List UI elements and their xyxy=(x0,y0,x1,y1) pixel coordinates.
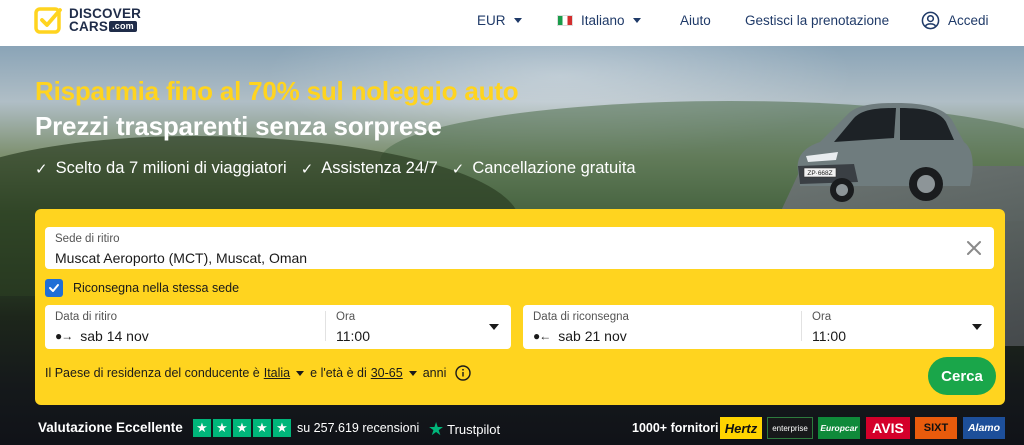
trustpilot-logo[interactable]: ★ Trustpilot xyxy=(428,419,500,440)
login-button[interactable]: Accedi xyxy=(921,11,989,30)
chevron-down-icon xyxy=(408,370,417,376)
supplier-logo-europcar: Europcar xyxy=(818,417,860,439)
trustpilot-label: Trustpilot xyxy=(447,422,501,437)
hero-headline: Risparmia fino al 70% sul noleggio auto xyxy=(35,76,519,106)
logo-wordmark: DISCOVER CARS .com xyxy=(69,7,141,34)
return-time-value: 11:00 xyxy=(812,328,846,344)
pickup-time-select[interactable]: Ora 11:00 xyxy=(326,305,511,349)
trustpilot-star-icon: ★ xyxy=(428,419,445,439)
age-text: e l'età è di xyxy=(310,366,367,380)
pickup-datetime-group: Data di ritiro ●→ sab 14 nov Ora 11:00 xyxy=(45,305,511,349)
logo-check-icon xyxy=(34,7,62,34)
currency-label: EUR xyxy=(477,13,506,28)
age-range-select[interactable]: 30-65 xyxy=(371,366,403,380)
return-date-label: Data di riconsegna xyxy=(533,311,629,323)
check-icon: ✓ xyxy=(300,160,314,178)
hero-banner: ZP·668Z Risparmia fino al 70% sul nolegg… xyxy=(0,46,1024,445)
search-panel: Sede di ritiro Muscat Aeroporto (MCT), M… xyxy=(35,209,1005,405)
feature-item: ✓ Scelto da 7 milioni di viaggiatori xyxy=(35,159,287,178)
pickup-time-label: Ora xyxy=(336,311,356,323)
return-time-select[interactable]: Ora 11:00 xyxy=(802,305,994,349)
star-icon: ★ xyxy=(233,419,251,437)
pickup-location-value: Muscat Aeroporto (MCT), Muscat, Oman xyxy=(55,250,308,266)
hero-car-image: ZP·668Z xyxy=(797,103,973,202)
logo-com-badge: .com xyxy=(109,21,137,32)
return-time-label: Ora xyxy=(812,311,832,323)
supplier-logo-alamo: Alamo xyxy=(963,417,1005,439)
top-header: DISCOVER CARS .com EUR Italiano Aiuto Ges… xyxy=(0,0,1024,46)
return-date-value: sab 21 nov xyxy=(558,328,627,344)
currency-selector[interactable]: EUR xyxy=(477,13,522,28)
star-icon: ★ xyxy=(193,419,211,437)
pickup-date-display: ●→ sab 14 nov xyxy=(55,328,149,344)
reviews-count: su 257.619 recensioni xyxy=(297,421,420,435)
italy-flag-icon xyxy=(557,15,573,26)
return-datetime-group: Data di riconsegna ●← sab 21 nov Ora 11:… xyxy=(523,305,994,349)
feature-label: Cancellazione gratuita xyxy=(472,159,636,177)
feature-item: ✓ Assistenza 24/7 xyxy=(301,159,438,178)
chevron-down-icon xyxy=(972,324,982,330)
language-label: Italiano xyxy=(581,13,625,28)
language-selector[interactable]: Italiano xyxy=(557,13,641,28)
feature-label: Assistenza 24/7 xyxy=(321,159,438,177)
supplier-logo-avis: AVIS xyxy=(866,417,910,439)
checkbox-checked-icon[interactable] xyxy=(45,279,63,297)
supplier-logo-sixt: SIXT xyxy=(915,417,957,439)
discovercars-logo[interactable]: DISCOVER CARS .com xyxy=(34,6,141,34)
pickup-date-input[interactable]: Data di ritiro ●→ sab 14 nov xyxy=(45,305,325,349)
feature-item: ✓ Cancellazione gratuita xyxy=(452,159,636,178)
pickup-date-label: Data di ritiro xyxy=(55,311,117,323)
pickup-location-label: Sede di ritiro xyxy=(55,233,120,245)
pickup-arrow-icon: ●→ xyxy=(55,329,73,343)
trust-bar: Valutazione Eccellente ★ ★ ★ ★ ★ su 257.… xyxy=(0,410,1024,445)
hero-subheadline: Prezzi trasparenti senza sorprese xyxy=(35,111,442,141)
trustpilot-stars: ★ ★ ★ ★ ★ xyxy=(193,419,291,437)
pickup-time-value: 11:00 xyxy=(336,328,370,344)
supplier-logo-enterprise: enterprise xyxy=(767,417,813,439)
search-button[interactable]: Cerca xyxy=(928,357,996,395)
chevron-down-icon xyxy=(296,370,305,376)
check-icon: ✓ xyxy=(451,160,465,178)
help-link[interactable]: Aiuto xyxy=(680,13,711,28)
suppliers-label: 1000+ fornitori xyxy=(632,421,719,435)
pickup-location-input[interactable]: Sede di ritiro Muscat Aeroporto (MCT), M… xyxy=(45,227,994,269)
star-icon: ★ xyxy=(253,419,271,437)
return-date-input[interactable]: Data di riconsegna ●← sab 21 nov xyxy=(523,305,801,349)
supplier-logo-hertz: Hertz xyxy=(720,417,762,439)
manage-booking-link[interactable]: Gestisci la prenotazione xyxy=(745,13,889,28)
user-icon xyxy=(921,11,940,30)
same-location-label: Riconsegna nella stessa sede xyxy=(73,281,240,295)
feature-list: ✓ Scelto da 7 milioni di viaggiatori ✓ A… xyxy=(35,159,636,178)
logo-line-2: CARS xyxy=(69,19,109,34)
info-icon[interactable] xyxy=(455,365,472,381)
pickup-date-value: sab 14 nov xyxy=(80,328,149,344)
driver-info-line: Il Paese di residenza del conducente è I… xyxy=(45,365,472,381)
star-icon: ★ xyxy=(273,419,291,437)
feature-label: Scelto da 7 milioni di viaggiatori xyxy=(55,159,287,177)
star-icon: ★ xyxy=(213,419,231,437)
residence-text: Il Paese di residenza del conducente è xyxy=(45,366,260,380)
chevron-down-icon xyxy=(489,324,499,330)
return-date-display: ●← sab 21 nov xyxy=(533,328,627,344)
chevron-down-icon xyxy=(632,18,641,23)
return-arrow-icon: ●← xyxy=(533,329,551,343)
check-icon: ✓ xyxy=(35,160,48,178)
rating-label: Valutazione Eccellente xyxy=(38,420,183,435)
chevron-down-icon xyxy=(513,18,522,23)
license-plate-text: ZP·668Z xyxy=(807,170,832,177)
login-label: Accedi xyxy=(948,13,989,28)
residence-country-select[interactable]: Italia xyxy=(264,366,290,380)
age-suffix: anni xyxy=(422,366,447,380)
same-location-checkbox[interactable]: Riconsegna nella stessa sede xyxy=(45,279,239,297)
close-icon[interactable] xyxy=(964,238,984,258)
